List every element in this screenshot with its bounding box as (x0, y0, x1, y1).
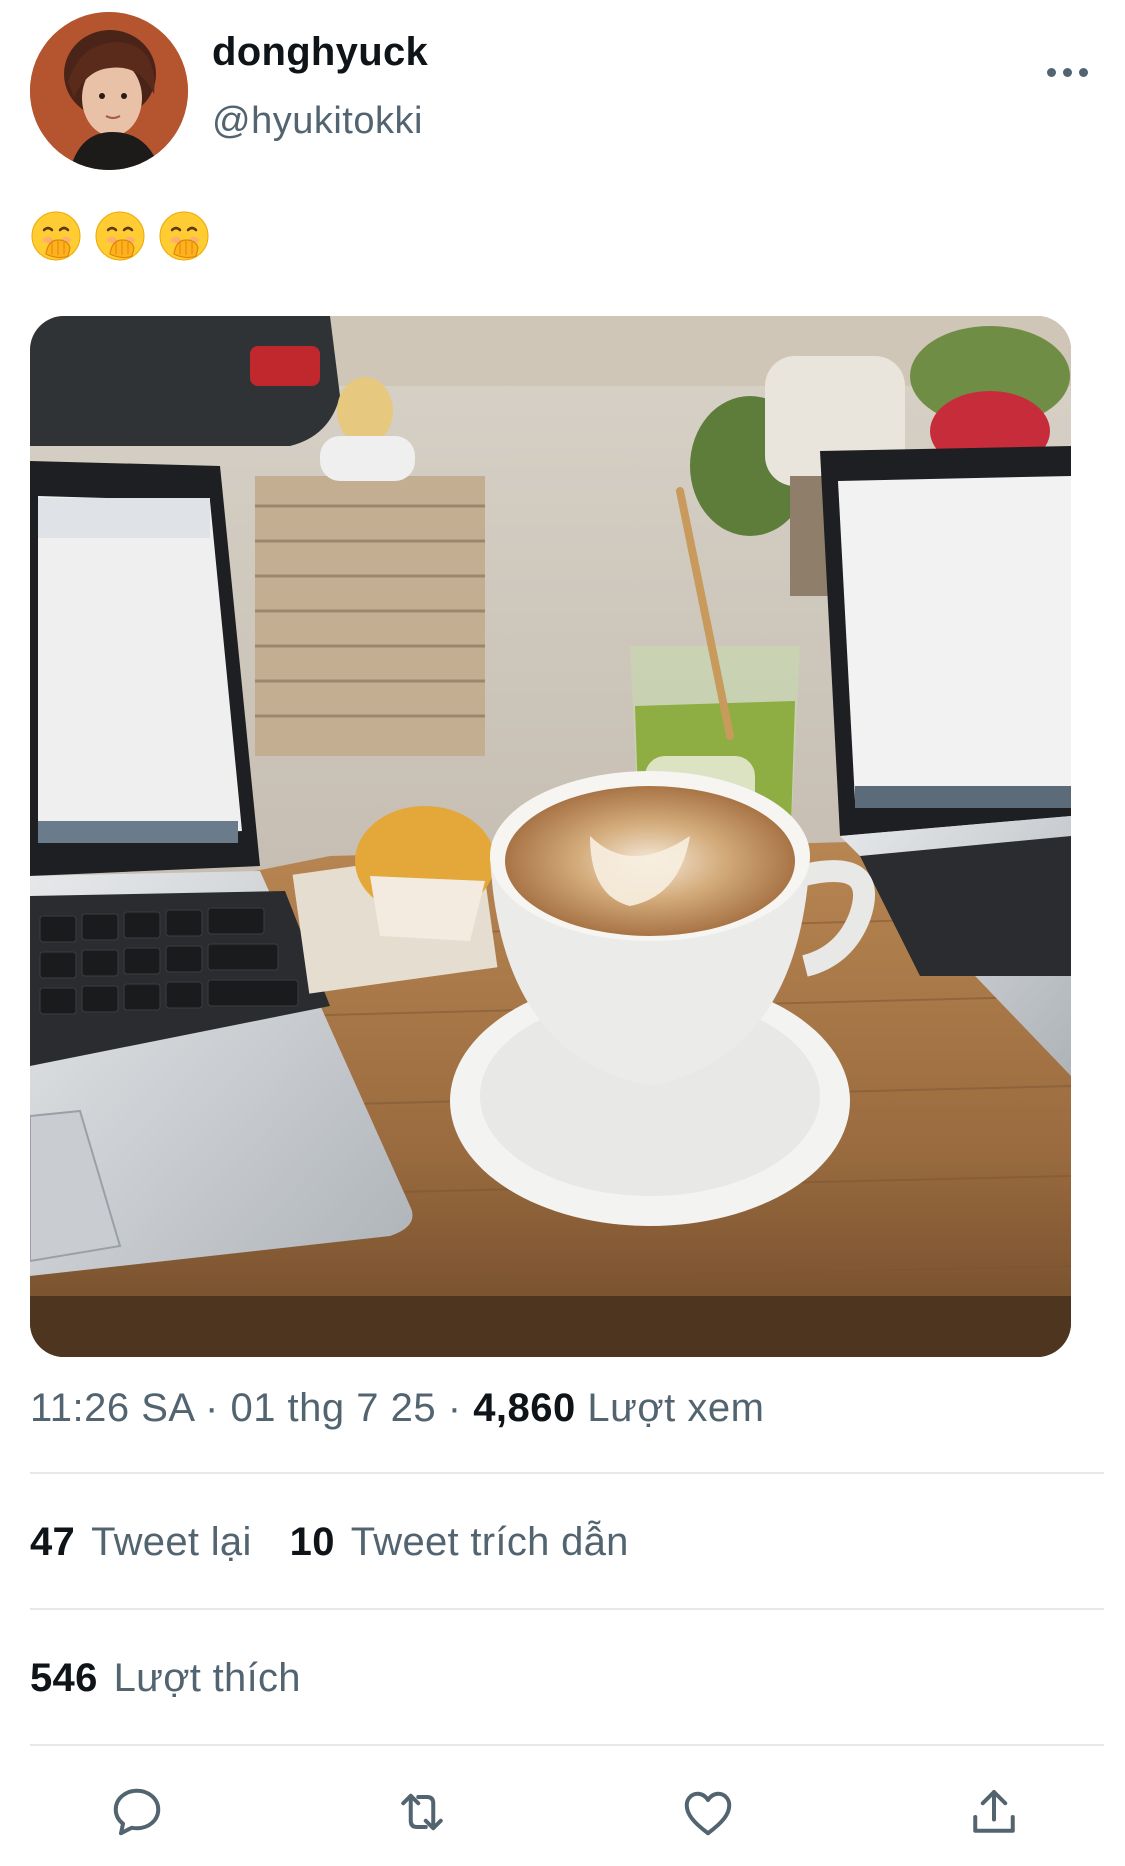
likes-stats: 546 Lượt thích (30, 1656, 339, 1701)
retweet-button[interactable] (390, 1780, 454, 1844)
user-handle[interactable]: @hyukitokki (212, 100, 423, 143)
like-button[interactable] (676, 1780, 740, 1844)
dot (1078, 67, 1088, 77)
cafe-photo-illustration (30, 316, 1071, 1357)
avatar-image (30, 12, 188, 170)
tweet-header: donghyuck @hyukitokki (30, 12, 1095, 172)
action-bar (0, 1780, 1125, 1850)
retweets-count: 47 (30, 1520, 76, 1564)
tweet-meta: 11:26 SA · 01 thg 7 25 · 4,860 Lượt xem (30, 1386, 764, 1431)
likes-count: 546 (30, 1656, 98, 1700)
quotes-label: Tweet trích dẫn (350, 1520, 629, 1564)
tweet-date[interactable]: 01 thg 7 25 (230, 1386, 436, 1430)
views-label: Lượt xem (575, 1386, 765, 1430)
divider (30, 1744, 1104, 1746)
face-with-hand-over-mouth-emoji (31, 211, 81, 261)
face-with-hand-over-mouth-emoji (159, 211, 209, 261)
tweet-time[interactable]: 11:26 SA (30, 1386, 193, 1430)
reply-icon (113, 1788, 161, 1836)
share-icon (973, 1790, 1015, 1833)
divider (30, 1608, 1104, 1610)
dot (1062, 67, 1072, 77)
likes-label: Lượt thích (113, 1656, 301, 1700)
dot (1046, 67, 1056, 77)
share-button[interactable] (962, 1780, 1026, 1844)
more-options-icon[interactable] (1039, 52, 1095, 92)
retweet-stats: 47 Tweet lại 10 Tweet trích dẫn (30, 1520, 667, 1565)
meta-separator: · (436, 1386, 474, 1430)
tweet-text (30, 210, 210, 270)
avatar[interactable] (30, 12, 188, 170)
retweets-label: Tweet lại (91, 1520, 252, 1564)
retweets-stat[interactable]: 47 Tweet lại (30, 1520, 252, 1565)
heart-icon (684, 1791, 732, 1836)
quotes-count: 10 (289, 1520, 335, 1564)
display-name[interactable]: donghyuck (212, 30, 428, 75)
likes-stat[interactable]: 546 Lượt thích (30, 1656, 301, 1701)
divider (30, 1472, 1104, 1474)
face-with-hand-over-mouth-emoji (95, 211, 145, 261)
retweet-icon (401, 1793, 443, 1831)
meta-separator: · (193, 1386, 231, 1430)
quotes-stat[interactable]: 10 Tweet trích dẫn (290, 1520, 629, 1565)
reply-button[interactable] (105, 1780, 169, 1844)
tweet-photo[interactable] (30, 316, 1071, 1357)
views-count: 4,860 (473, 1386, 576, 1430)
